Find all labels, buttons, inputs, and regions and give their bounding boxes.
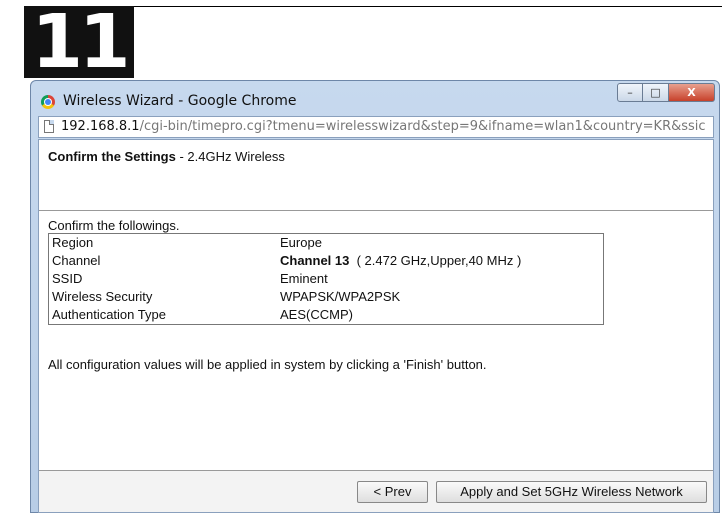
settings-table: Region Europe Channel Channel 13 ( 2.472… xyxy=(48,233,604,325)
intro-text: Confirm the followings. xyxy=(48,218,180,233)
settings-value: Europe xyxy=(280,235,322,250)
settings-label: Wireless Security xyxy=(52,289,153,304)
settings-row-auth: Authentication Type AES(CCMP) xyxy=(49,306,603,324)
apply-5ghz-button[interactable]: Apply and Set 5GHz Wireless Network xyxy=(436,481,707,503)
settings-label: Authentication Type xyxy=(52,307,166,322)
chrome-icon xyxy=(41,95,55,109)
page-title-rest: - 2.4GHz Wireless xyxy=(175,149,285,164)
page-title-bold: Confirm the Settings xyxy=(48,149,176,164)
settings-row-channel: Channel Channel 13 ( 2.472 GHz,Upper,40 … xyxy=(49,252,603,270)
step-number-badge: 11 xyxy=(24,5,134,79)
apply-note: All configuration values will be applied… xyxy=(48,357,487,372)
page-title: Confirm the Settings - 2.4GHz Wireless xyxy=(48,149,285,164)
prev-button[interactable]: < Prev xyxy=(357,481,428,503)
wizard-header: Confirm the Settings - 2.4GHz Wireless xyxy=(39,140,713,211)
settings-row-region: Region Europe xyxy=(49,234,603,252)
page-icon xyxy=(44,120,54,133)
wizard-footer: < Prev Apply and Set 5GHz Wireless Netwo… xyxy=(39,470,713,512)
settings-label: Region xyxy=(52,235,94,250)
url-path: /cgi-bin/timepro.cgi?tmenu=wirelesswizar… xyxy=(139,119,706,134)
window-controls: – □ X xyxy=(617,83,715,103)
address-bar[interactable]: 192.168.8.1/cgi-bin/timepro.cgi?tmenu=wi… xyxy=(38,116,714,138)
settings-value: Eminent xyxy=(280,271,328,286)
settings-value: Channel 13 ( 2.472 GHz,Upper,40 MHz ) xyxy=(280,253,522,268)
title-bar[interactable]: Wireless Wizard - Google Chrome – □ X xyxy=(31,81,719,115)
settings-label: SSID xyxy=(52,271,83,286)
settings-label: Channel xyxy=(52,253,101,268)
header-rule xyxy=(134,6,722,7)
wizard-body: Confirm the followings. Region Europe Ch… xyxy=(39,212,713,470)
close-button[interactable]: X xyxy=(669,83,715,102)
minimize-button[interactable]: – xyxy=(617,83,643,102)
browser-window: Wireless Wizard - Google Chrome – □ X 19… xyxy=(30,80,720,513)
maximize-button[interactable]: □ xyxy=(643,83,669,102)
page-content: Confirm the Settings - 2.4GHz Wireless C… xyxy=(38,139,714,513)
window-title: Wireless Wizard - Google Chrome xyxy=(63,93,297,109)
url-text[interactable]: 192.168.8.1/cgi-bin/timepro.cgi?tmenu=wi… xyxy=(61,119,706,134)
url-host: 192.168.8.1 xyxy=(61,119,140,134)
settings-value: WPAPSK/WPA2PSK xyxy=(280,289,401,304)
settings-row-security: Wireless Security WPAPSK/WPA2PSK xyxy=(49,288,603,306)
settings-value: AES(CCMP) xyxy=(280,307,353,322)
settings-row-ssid: SSID Eminent xyxy=(49,270,603,288)
